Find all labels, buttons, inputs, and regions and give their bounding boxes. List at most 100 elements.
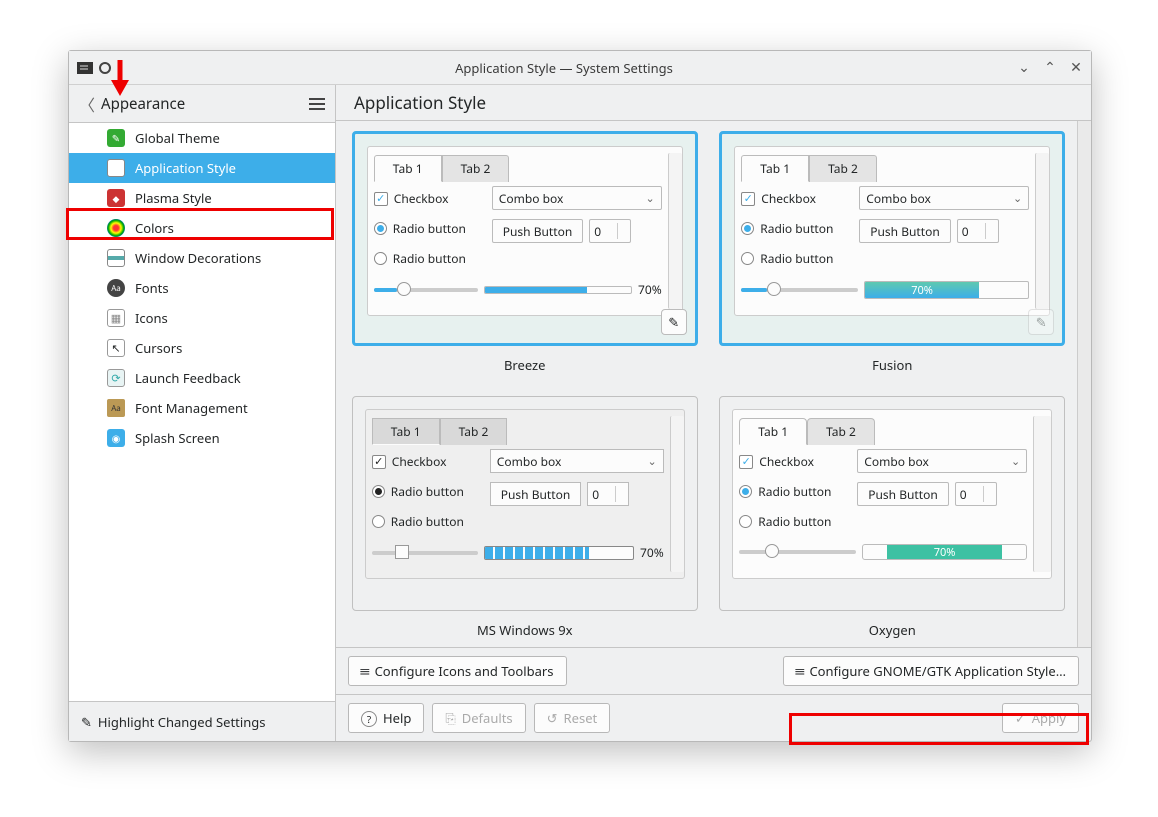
sidebar-item-fonts[interactable]: Fonts bbox=[69, 273, 335, 303]
preview-scrollbar[interactable] bbox=[1035, 153, 1049, 309]
radio-2[interactable] bbox=[372, 515, 385, 528]
pin-icon[interactable] bbox=[99, 62, 111, 74]
content-scrollbar[interactable] bbox=[1077, 121, 1091, 647]
combo-box[interactable]: Combo box bbox=[857, 449, 1027, 473]
radio-2[interactable] bbox=[741, 252, 754, 265]
font-management-icon bbox=[107, 399, 125, 417]
sidebar-item-global-theme[interactable]: Global Theme bbox=[69, 123, 335, 153]
checkbox[interactable] bbox=[372, 455, 386, 469]
tab-1[interactable]: Tab 1 bbox=[741, 155, 809, 182]
progress-label: 70% bbox=[640, 544, 664, 561]
reset-button[interactable]: Reset bbox=[534, 703, 611, 733]
slider[interactable] bbox=[372, 551, 478, 555]
style-preview: Tab 1 Tab 2 Checkbox Radio button Radio … bbox=[365, 409, 685, 579]
checkbox[interactable] bbox=[741, 192, 755, 206]
tab-1[interactable]: Tab 1 bbox=[739, 418, 807, 445]
sidebar-item-launch-feedback[interactable]: Launch Feedback bbox=[69, 363, 335, 393]
spin-box[interactable]: 0 bbox=[589, 219, 631, 243]
radio-2[interactable] bbox=[374, 252, 387, 265]
maximize-button[interactable]: ⌃ bbox=[1043, 61, 1057, 75]
cursors-icon bbox=[107, 339, 125, 357]
spin-box[interactable]: 0 bbox=[955, 482, 997, 506]
window-decorations-icon bbox=[107, 249, 125, 267]
combo-box[interactable]: Combo box bbox=[492, 186, 662, 210]
radio-1[interactable] bbox=[372, 485, 385, 498]
help-icon bbox=[361, 709, 377, 727]
combo-box[interactable]: Combo box bbox=[859, 186, 1029, 210]
slider[interactable] bbox=[741, 288, 858, 292]
tab-2[interactable]: Tab 2 bbox=[442, 155, 510, 182]
sidebar-item-icons[interactable]: Icons bbox=[69, 303, 335, 333]
radio-1[interactable] bbox=[374, 222, 387, 235]
push-button[interactable]: Push Button bbox=[492, 219, 584, 243]
style-card-oxygen[interactable]: Tab 1 Tab 2 Checkbox Radio button Radio … bbox=[719, 396, 1065, 611]
tab-2[interactable]: Tab 2 bbox=[809, 155, 877, 182]
sidebar-item-font-management[interactable]: Font Management bbox=[69, 393, 335, 423]
apply-button[interactable]: Apply bbox=[1002, 703, 1079, 733]
page-title: Application Style bbox=[336, 85, 1091, 121]
style-card-windows9x[interactable]: Tab 1 Tab 2 Checkbox Radio button Radio … bbox=[352, 396, 698, 611]
content-footer: Help Defaults Reset Apply bbox=[336, 694, 1091, 741]
check-icon bbox=[1015, 709, 1026, 727]
push-button[interactable]: Push Button bbox=[859, 219, 951, 243]
progress-bar bbox=[484, 286, 632, 294]
slider[interactable] bbox=[739, 550, 856, 554]
defaults-button[interactable]: Defaults bbox=[432, 703, 525, 733]
global-theme-icon bbox=[107, 129, 125, 147]
tab-1[interactable]: Tab 1 bbox=[372, 418, 440, 445]
sidebar-item-plasma-style[interactable]: Plasma Style bbox=[69, 183, 335, 213]
defaults-icon bbox=[445, 709, 455, 727]
tab-2[interactable]: Tab 2 bbox=[807, 418, 875, 445]
checkbox[interactable] bbox=[374, 192, 388, 206]
style-name: MS Windows 9x bbox=[477, 621, 573, 639]
style-preview: Tab 1 Tab 2 Checkbox Radio button Radio … bbox=[732, 409, 1052, 579]
slider[interactable] bbox=[374, 288, 478, 292]
window-title: Application Style — System Settings bbox=[111, 59, 1017, 77]
combo-box[interactable]: Combo box bbox=[490, 449, 664, 473]
back-icon[interactable]: 〈 bbox=[79, 92, 95, 116]
icons-icon bbox=[107, 309, 125, 327]
tab-2[interactable]: Tab 2 bbox=[440, 418, 508, 445]
push-button[interactable]: Push Button bbox=[490, 482, 582, 506]
splash-screen-icon bbox=[107, 429, 125, 447]
app-menu-icon[interactable] bbox=[77, 62, 93, 74]
sidebar-item-splash-screen[interactable]: Splash Screen bbox=[69, 423, 335, 453]
sidebar-item-application-style[interactable]: Application Style bbox=[69, 153, 335, 183]
launch-feedback-icon bbox=[107, 369, 125, 387]
style-name: Fusion bbox=[872, 356, 912, 374]
close-button[interactable]: ✕ bbox=[1069, 61, 1083, 75]
checkbox[interactable] bbox=[739, 455, 753, 469]
edit-style-button[interactable]: ✎ bbox=[661, 309, 687, 335]
nav-label: Splash Screen bbox=[135, 429, 220, 447]
preview-scrollbar[interactable] bbox=[668, 153, 682, 309]
preview-scrollbar[interactable] bbox=[670, 416, 684, 572]
sidebar-item-cursors[interactable]: Cursors bbox=[69, 333, 335, 363]
sidebar-item-window-decorations[interactable]: Window Decorations bbox=[69, 243, 335, 273]
radio-1[interactable] bbox=[739, 485, 752, 498]
configure-gtk-button[interactable]: Configure GNOME/GTK Application Style… bbox=[783, 656, 1079, 686]
minimize-button[interactable]: ⌄ bbox=[1017, 61, 1031, 75]
fonts-icon bbox=[107, 279, 125, 297]
sidebar: 〈 Appearance Global Theme Application St… bbox=[69, 85, 336, 741]
preview-scrollbar[interactable] bbox=[1033, 416, 1051, 572]
push-button[interactable]: Push Button bbox=[857, 482, 949, 506]
help-button[interactable]: Help bbox=[348, 703, 424, 733]
radio-2[interactable] bbox=[739, 515, 752, 528]
nav-label: Cursors bbox=[135, 339, 182, 357]
spin-box[interactable]: 0 bbox=[587, 482, 629, 506]
style-card-breeze[interactable]: Tab 1 Tab 2 Checkbox Radio button Radio … bbox=[352, 131, 698, 346]
edit-style-button[interactable]: ✎ bbox=[1028, 309, 1054, 335]
style-card-fusion[interactable]: Tab 1 Tab 2 Checkbox Radio button Radio … bbox=[719, 131, 1065, 346]
hamburger-icon[interactable] bbox=[309, 98, 325, 110]
configure-icons-button[interactable]: Configure Icons and Toolbars bbox=[348, 656, 567, 686]
content: Application Style Tab 1 Tab 2 bbox=[336, 85, 1091, 741]
style-grid: Tab 1 Tab 2 Checkbox Radio button Radio … bbox=[336, 121, 1077, 647]
highlight-changed-button[interactable]: Highlight Changed Settings bbox=[69, 701, 335, 741]
sidebar-title[interactable]: Appearance bbox=[101, 94, 309, 114]
tab-1[interactable]: Tab 1 bbox=[374, 155, 442, 182]
spin-box[interactable]: 0 bbox=[957, 219, 999, 243]
window: Application Style — System Settings ⌄ ⌃ … bbox=[68, 50, 1092, 742]
radio-label: Radio button bbox=[393, 220, 466, 237]
radio-1[interactable] bbox=[741, 222, 754, 235]
sidebar-item-colors[interactable]: Colors bbox=[69, 213, 335, 243]
